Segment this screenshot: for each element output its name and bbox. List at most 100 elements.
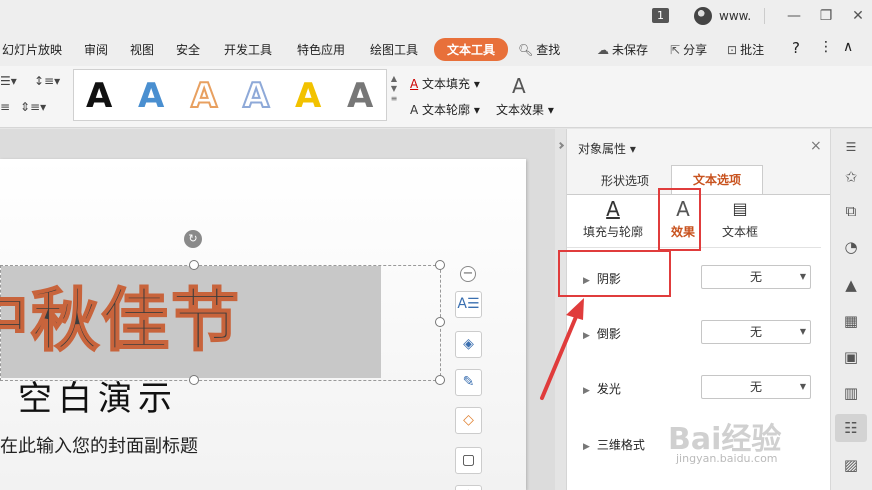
shapes-icon[interactable]: ◔ [835,233,867,261]
text-fill-button[interactable]: A 文本填充 ▾ [410,75,480,92]
resize-handle-right[interactable] [435,317,445,327]
panel-close-icon[interactable]: × [810,138,822,154]
text-style-blue[interactable]: A [138,76,164,116]
title-bar: 1 www. — ❐ ✕ [0,0,872,32]
tab-security[interactable]: 安全 [176,41,200,58]
text-fill-icon: A [410,77,419,91]
text-effect-button[interactable]: 文本效果 ▾ [496,101,554,118]
text-style-gold[interactable]: A [295,76,321,116]
help-icon[interactable]: ? [792,39,800,57]
tab-shape-options[interactable]: 形状选项 [601,172,649,189]
glow-row[interactable]: ▶ 发光 [583,380,621,397]
tab-text-tools[interactable]: 文本工具 [434,38,509,61]
text-effect-icon[interactable]: A [512,74,526,98]
reflection-row[interactable]: ▶ 倒影 [583,325,621,342]
title-textbox[interactable]: 中秋佳节 [0,265,441,381]
animation-star-icon[interactable]: ✩ [835,163,867,191]
resize-handle-bottom-right[interactable] [435,375,445,385]
unsaved-status[interactable]: ☁︎ 未保存 [597,41,648,58]
text-style-gray[interactable]: A [347,76,373,116]
shadow-value: 无 [749,270,762,284]
comment-button[interactable]: ⊡ 批注 [727,41,764,58]
text-outline-icon: A [410,103,419,117]
more-icon[interactable]: ⋮ [819,39,833,55]
slide-title[interactable]: 中秋佳节 [0,266,241,378]
cloud-icon: ☁︎ [597,43,609,57]
tab-review[interactable]: 审阅 [84,41,108,58]
subtab-textbox-label: 文本框 [721,225,758,239]
comment-label: 批注 [740,43,765,57]
share-label: 分享 [683,43,708,57]
chart-icon[interactable]: ▥ [835,379,867,407]
text-float-icon[interactable]: 字 [455,485,482,490]
annotation-box-shadow [558,250,671,297]
pen-float-icon[interactable]: ✎ [455,369,482,396]
tab-drawing-tools[interactable]: 绘图工具 [370,41,418,58]
resize-handle-bottom[interactable] [189,375,199,385]
chevron-down-icon: ▼ [799,272,806,281]
grid-icon[interactable]: ▣ [835,343,867,371]
align-icon[interactable]: ≡ [0,100,10,114]
text-style-black[interactable]: A [86,76,112,116]
subtab-textbox[interactable]: ▤ 文本框 [715,195,765,240]
toolbar-menu-icon[interactable]: ☰ [835,133,867,161]
tab-view[interactable]: 视图 [130,41,154,58]
restore-icon[interactable]: ❐ [816,6,836,26]
user-avatar[interactable] [694,7,712,25]
slide-subtitle-placeholder[interactable]: 在此输入您的封面副标题 [0,432,198,458]
transition-icon[interactable]: ⧉ [835,197,867,225]
textbox-icon: ▤ [732,199,748,218]
table-icon[interactable]: ▦ [835,307,867,335]
line-spacing-icon[interactable]: ↕≡▾ [34,74,60,88]
glow-select[interactable]: 无 ▼ [701,375,811,399]
chevron-down-icon: ▼ [799,327,806,336]
tab-developer[interactable]: 开发工具 [224,41,272,58]
gallery-scroll-icon[interactable]: ▲ ▼ ≡ [389,74,399,116]
collapse-ribbon-icon[interactable]: ∧ [843,39,853,55]
resize-handle-top[interactable] [189,260,199,270]
reflection-select[interactable]: 无 ▼ [701,320,811,344]
close-icon[interactable]: ✕ [848,6,868,26]
tab-find[interactable]: 🔍︎ 查找 [518,41,560,58]
image-icon[interactable]: ▨ [835,451,867,479]
fill-outline-icon: A [606,197,620,221]
outline-float-icon[interactable]: ▢ [455,447,482,474]
panel-title[interactable]: 对象属性 ▾ [578,140,636,157]
share-icon: ⇱ [670,43,681,57]
slide-canvas[interactable]: ↻ 中秋佳节 空白演示 在此输入您的封面副标题 − A☰ ◈ ✎ ◇ ▢ 字 [0,159,526,490]
rotate-handle-icon[interactable]: ↻ [184,230,202,248]
text-style-blue-outline[interactable]: A [242,75,270,117]
resize-handle-top-right[interactable] [435,260,445,270]
collapse-float-toolbar-icon[interactable]: − [460,266,476,282]
fill-float-icon[interactable]: ◇ [455,407,482,434]
3d-format-row[interactable]: ▶ 三维格式 [583,436,645,453]
glow-label: 发光 [596,382,621,396]
window-count-badge[interactable]: 1 [652,8,669,23]
layers-float-icon[interactable]: ◈ [455,331,482,358]
properties-sliders-icon[interactable]: ☷ [835,414,867,442]
expand-glow-icon: ▶ [583,386,590,396]
user-name[interactable]: www. [719,9,751,23]
text-style-orange-outline[interactable]: A [190,75,218,117]
expand-3d-format-icon: ▶ [583,442,590,452]
tab-features[interactable]: 特色应用 [297,41,345,58]
subtab-fill-outline[interactable]: A 填充与轮廓 [583,195,643,240]
minimize-icon[interactable]: — [784,6,804,26]
right-toolbar: ☰ ✩ ⧉ ◔ ▲ ▦ ▣ ▥ ☷ ▨ [830,129,872,490]
shadow-select[interactable]: 无 ▼ [701,265,811,289]
slide-subtitle[interactable]: 空白演示 [18,371,178,420]
list-format-icon[interactable]: ☰▾ [0,74,17,88]
text-format-float-icon[interactable]: A☰ [455,291,482,318]
collapse-arrow-icon[interactable] [556,141,565,150]
text-outline-button[interactable]: A 文本轮廓 ▾ [410,101,480,118]
share-button[interactable]: ⇱ 分享 [670,41,707,58]
tab-slideshow[interactable]: 幻灯片放映 [2,41,62,58]
panel-splitter[interactable] [555,129,566,490]
text-effect-side-icon[interactable]: ▲ [835,271,867,299]
document-area: ↻ 中秋佳节 空白演示 在此输入您的封面副标题 − A☰ ◈ ✎ ◇ ▢ 字 [0,129,555,490]
expand-reflection-icon: ▶ [583,331,590,341]
paragraph-spacing-icon[interactable]: ⇕≡▾ [20,100,46,114]
unsaved-label: 未保存 [612,43,649,57]
text-style-gallery: A A A A A A [73,69,387,121]
text-outline-label: 文本轮廓 [422,103,471,117]
